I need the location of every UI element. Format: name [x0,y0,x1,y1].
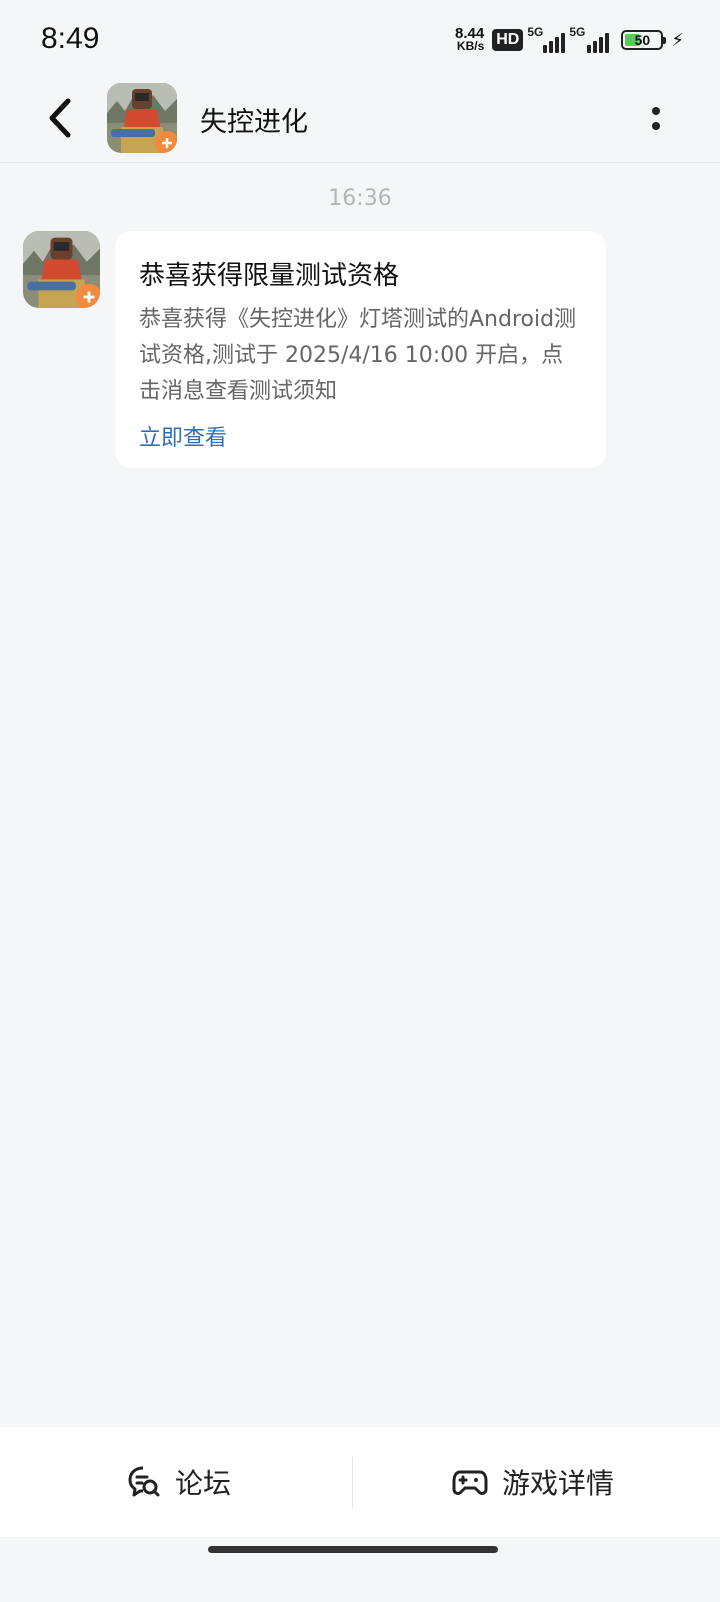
sender-avatar[interactable] [23,231,100,308]
network-speed-unit: KB/s [456,39,485,53]
back-button[interactable] [36,94,84,142]
gamepad-icon [452,1470,488,1495]
status-icons: 8.44 KB/s HD 5G 5G 50 ⚡ [455,24,684,56]
bottom-divider [352,1457,353,1509]
chevron-left-icon [49,98,71,138]
hd-voice-icon: HD [492,29,524,51]
signal-icon-sim2: 5G [569,25,613,53]
home-indicator[interactable] [208,1546,498,1553]
more-options-button[interactable] [636,98,676,138]
game-details-label: 游戏详情 [502,1467,615,1500]
chat-header: 失控进化 [0,82,720,163]
message-card[interactable]: 恭喜获得限量测试资格 恭喜获得《失控进化》灯塔测试的Android测试资格,测试… [115,231,606,468]
status-time: 8:49 [41,22,100,55]
bottom-action-bar: 论坛 游戏详情 [0,1427,720,1537]
game-character-avatar-image [23,231,100,308]
message-body: 恭喜获得《失控进化》灯塔测试的Android测试资格,测试于 2025/4/16… [139,307,577,404]
battery-icon: 50 [621,30,667,50]
forum-label: 论坛 [175,1467,232,1500]
game-details-button[interactable]: 游戏详情 [452,1427,614,1537]
sim2-network-label: 5G [569,25,586,39]
view-now-link[interactable]: 立即查看 [139,420,227,452]
chat-title: 失控进化 [200,107,308,138]
battery-level: 50 [634,32,651,48]
message-title: 恭喜获得限量测试资格 [139,261,400,291]
more-vertical-icon-dot [652,121,660,130]
signal-icon-sim1: 5G [527,25,566,53]
charging-icon: ⚡ [671,29,684,51]
forum-chat-search-icon [128,1466,160,1497]
game-avatar[interactable] [107,83,177,153]
forum-button[interactable]: 论坛 [127,1427,231,1537]
message-timestamp: 16:36 [328,186,392,211]
sim1-network-label: 5G [527,25,544,39]
network-speed: 8.44 KB/s [455,26,485,53]
status-bar: 8:49 8.44 KB/s HD 5G 5G 50 ⚡ [0,0,720,82]
more-vertical-icon-dot [652,106,660,115]
game-character-avatar-image [107,83,177,153]
